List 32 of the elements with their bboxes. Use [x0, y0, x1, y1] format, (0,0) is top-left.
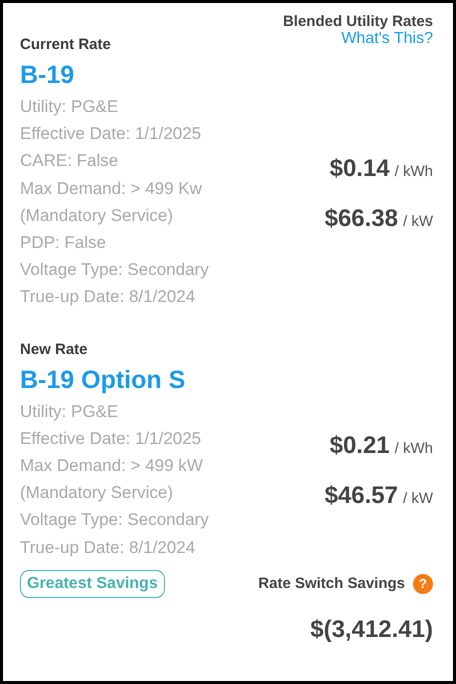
rate-detail: Effective Date: 1/1/2025	[20, 428, 202, 450]
rate-detail: (Mandatory Service)	[20, 204, 174, 227]
price-value: $0.21	[330, 432, 390, 460]
rate-detail: CARE: False	[20, 150, 120, 172]
price-unit: / kWh	[394, 440, 433, 458]
whats-this-link[interactable]: What's This?	[341, 30, 433, 48]
price-value: $0.14	[330, 154, 390, 183]
rate-detail: PDP: False	[20, 232, 107, 254]
rate-detail: True-up Date: 8/1/2024	[20, 286, 196, 308]
rate-label: New Rate	[20, 340, 88, 358]
rate-name: B-19	[20, 60, 76, 91]
rate-name: B-19 Option S	[20, 364, 186, 396]
price-unit: / kW	[403, 490, 433, 508]
greatest-savings-badge: Greatest Savings	[20, 570, 165, 598]
price-value: $46.57	[324, 482, 398, 510]
rate-detail: Effective Date: 1/1/2025	[20, 123, 202, 146]
savings-value: $(3,412.41)	[310, 616, 433, 644]
price-unit: / kWh	[394, 162, 433, 180]
savings-label: Rate Switch Savings	[258, 575, 405, 592]
rate-detail: Max Demand: > 499 kW	[20, 455, 204, 478]
rate-detail: (Mandatory Service)	[20, 482, 174, 504]
rate-detail: Utility: PG&E	[20, 96, 120, 118]
rate-label: Current Rate	[20, 36, 111, 53]
price-value: $66.38	[324, 204, 398, 233]
rate-detail: Utility: PG&E	[20, 400, 120, 423]
rate-detail: Voltage Type: Secondary	[20, 509, 209, 532]
help-icon[interactable]: ?	[413, 574, 433, 594]
rate-detail: Max Demand: > 499 Kw	[20, 178, 203, 200]
rate-detail: True-up Date: 8/1/2024	[20, 536, 196, 559]
section-title: Blended Utility Rates	[282, 13, 433, 30]
price-unit: / kW	[403, 212, 433, 230]
rate-detail: Voltage Type: Secondary	[20, 259, 209, 282]
